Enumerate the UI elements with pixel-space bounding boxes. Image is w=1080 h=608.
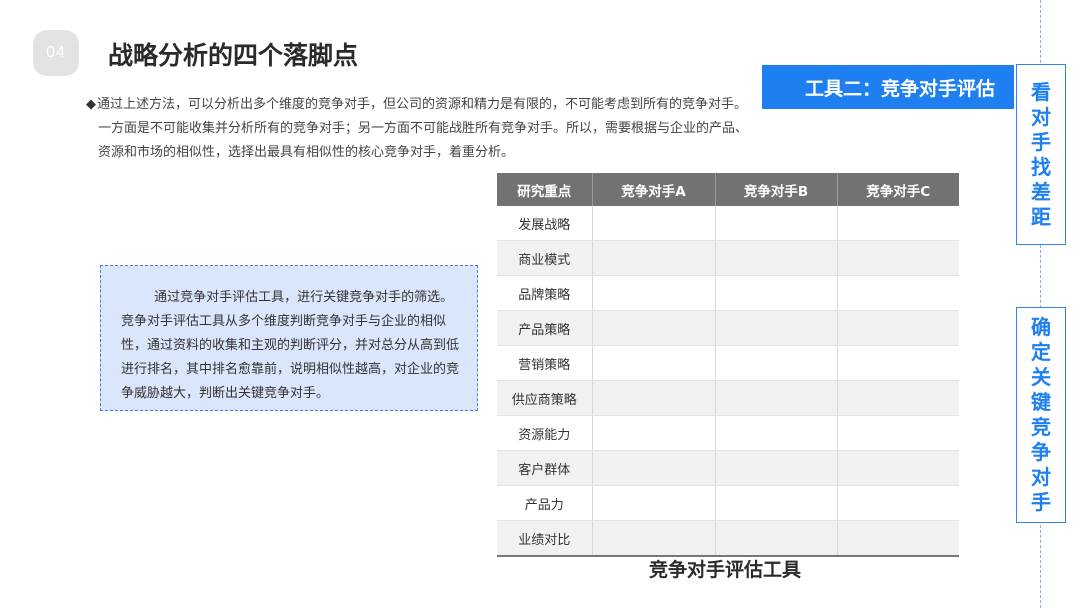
score-cell: [592, 380, 716, 416]
table-row: 品牌策略: [497, 275, 959, 311]
side-box-char: 对: [1031, 104, 1051, 129]
side-box-char: 键: [1031, 390, 1051, 414]
table-row: 发展战略: [497, 206, 959, 241]
table-row: 供应商策略: [497, 380, 959, 416]
row-label: 营销策略: [497, 345, 593, 381]
score-cell: [715, 345, 838, 381]
row-label: 商业模式: [497, 240, 593, 276]
score-cell: [837, 310, 959, 346]
page-title: 战略分析的四个落脚点: [108, 41, 359, 70]
score-cell: [592, 240, 716, 276]
intro-line-2: 一方面是不可能收集并分析所有的竞争对手；另一方面不可能战胜所有竞争对手。所以，需…: [98, 121, 749, 136]
table-row: 商业模式: [497, 240, 959, 276]
score-cell: [715, 520, 838, 557]
evaluation-note-text: 通过竞争对手评估工具，进行关键竞争对手的筛选。竞争对手评估工具从多个维度判断竞争…: [121, 290, 460, 401]
side-box-char: 竞: [1031, 415, 1051, 439]
score-cell: [592, 415, 716, 451]
side-box-char: 确: [1031, 315, 1051, 339]
score-cell: [715, 450, 838, 486]
row-label: 发展战略: [497, 206, 593, 241]
score-cell: [715, 485, 838, 521]
score-cell: [837, 485, 959, 521]
score-cell: [715, 240, 838, 276]
header-competitor-b: 竞争对手B: [715, 173, 838, 206]
row-label: 产品力: [497, 485, 593, 521]
intro-line-1: ◆通过上述方法，可以分析出多个维度的竞争对手，但公司的资源和精力是有限的，不可能…: [86, 93, 776, 117]
intro-line-3: 资源和市场的相似性，选择出最具有相似性的核心竞争对手，着重分析。: [98, 145, 515, 160]
competitor-evaluation-table: 研究重点 竞争对手A 竞争对手B 竞争对手C 发展战略 商业模式 品牌策略 产品策略营…: [497, 173, 959, 557]
score-cell: [592, 450, 716, 486]
score-cell: [837, 450, 959, 486]
side-box-char: 对: [1031, 465, 1051, 489]
score-cell: [715, 380, 838, 416]
table-row: 产品力: [497, 485, 959, 521]
evaluation-note-box: 通过竞争对手评估工具，进行关键竞争对手的筛选。竞争对手评估工具从多个维度判断竞争…: [100, 265, 478, 411]
side-box-char: 定: [1031, 340, 1051, 364]
header-competitor-c: 竞争对手C: [837, 173, 959, 206]
score-cell: [837, 206, 959, 241]
score-cell: [592, 275, 716, 311]
score-cell: [592, 310, 716, 346]
intro-paragraph: ◆通过上述方法，可以分析出多个维度的竞争对手，但公司的资源和精力是有限的，不可能…: [86, 93, 776, 165]
score-cell: [592, 345, 716, 381]
table-header-row: 研究重点 竞争对手A 竞争对手B 竞争对手C: [497, 173, 959, 206]
score-cell: [715, 310, 838, 346]
intro-line-1-text: 通过上述方法，可以分析出多个维度的竞争对手，但公司的资源和精力是有限的，不可能考…: [97, 97, 748, 112]
table-row: 营销策略: [497, 345, 959, 381]
score-cell: [592, 520, 716, 557]
side-box-char: 距: [1031, 204, 1051, 229]
score-cell: [837, 240, 959, 276]
score-cell: [837, 415, 959, 451]
score-cell: [837, 345, 959, 381]
table-caption: 竞争对手评估工具: [649, 559, 802, 581]
side-box-find-gap: 看对手找差距: [1016, 64, 1066, 245]
tool-title-bar: 工具二：竞争对手评估: [762, 65, 1014, 109]
diamond-bullet-icon: ◆: [86, 97, 96, 112]
row-label: 产品策略: [497, 310, 593, 346]
table-row: 客户群体: [497, 450, 959, 486]
row-label: 业绩对比: [497, 520, 593, 557]
row-label: 供应商策略: [497, 380, 593, 416]
side-box-char: 争: [1031, 440, 1051, 464]
side-box-char: 差: [1031, 179, 1051, 204]
score-cell: [592, 485, 716, 521]
score-cell: [837, 275, 959, 311]
section-number-badge: 04: [33, 30, 79, 76]
score-cell: [715, 415, 838, 451]
score-cell: [592, 206, 716, 241]
score-cell: [837, 380, 959, 416]
side-box-char: 关: [1031, 365, 1051, 389]
row-label: 品牌策略: [497, 275, 593, 311]
score-cell: [715, 275, 838, 311]
header-research-focus: 研究重点: [497, 173, 593, 206]
side-box-char: 看: [1031, 79, 1051, 104]
table-row: 资源能力: [497, 415, 959, 451]
score-cell: [715, 206, 838, 241]
score-cell: [837, 520, 959, 557]
row-label: 资源能力: [497, 415, 593, 451]
side-box-char: 找: [1031, 154, 1051, 179]
header-competitor-a: 竞争对手A: [592, 173, 716, 206]
row-label: 客户群体: [497, 450, 593, 486]
table-row: 业绩对比: [497, 520, 959, 557]
table-row: 产品策略: [497, 310, 959, 346]
side-box-key-competitors: 确定关键竞争对手: [1016, 307, 1066, 523]
side-box-char: 手: [1031, 490, 1051, 514]
side-box-char: 手: [1031, 129, 1051, 154]
